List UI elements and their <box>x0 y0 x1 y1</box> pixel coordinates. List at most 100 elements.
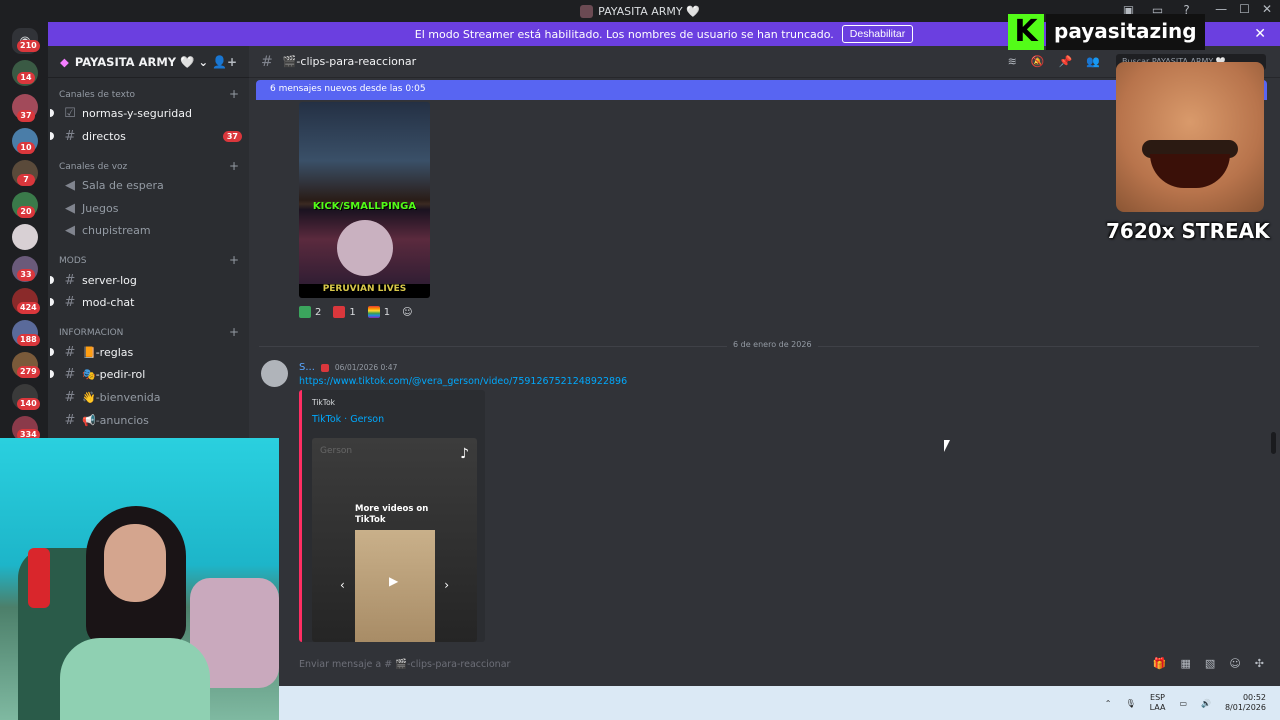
members-icon[interactable]: 👥 <box>1086 55 1100 68</box>
invite-people-icon[interactable]: 👤+ <box>212 55 237 69</box>
volume-icon[interactable]: 🔊 <box>1201 699 1211 708</box>
pin-icon[interactable]: 📌 <box>1059 55 1073 68</box>
disable-streamer-mode-button[interactable]: Deshabilitar <box>841 25 914 43</box>
hash-icon: # <box>261 53 273 70</box>
guild-badge: 188 <box>17 334 40 346</box>
reaction-rainbow-flag[interactable]: 1 <box>367 306 391 318</box>
embed-provider: TikTok <box>312 398 336 407</box>
clock[interactable]: 00:52 8/01/2026 <box>1225 693 1266 713</box>
streak-overlay: 7620x STREAK <box>1106 219 1270 243</box>
sidebar-item-chupistream[interactable]: ◀ chupistream <box>62 220 242 240</box>
sidebar-item-juegos[interactable]: ◀ Juegos <box>62 198 242 218</box>
embed-title[interactable]: TikTok · Gerson <box>312 414 384 425</box>
guild-badge: 7 <box>17 174 35 186</box>
guild-icon[interactable] <box>12 224 38 250</box>
sticker-icon[interactable]: ▧ <box>1205 657 1215 670</box>
add-channel-icon[interactable]: + <box>229 254 239 266</box>
play-icon[interactable]: ▶ <box>389 574 398 588</box>
category-informacion[interactable]: INFORMACION + <box>59 326 239 338</box>
sidebar-item-sala-de-espera[interactable]: ◀ Sala de espera <box>62 175 242 195</box>
unread-dot <box>50 276 54 284</box>
category-voice-channels[interactable]: Canales de voz + <box>59 160 239 172</box>
category-mods[interactable]: MODS + <box>59 254 239 266</box>
server-avatar-icon <box>580 4 594 18</box>
speaker-icon: ◀ <box>65 222 75 238</box>
threads-icon[interactable]: ≋ <box>1008 55 1017 68</box>
apps-icon[interactable]: ✣ <box>1255 657 1264 670</box>
scrollbar[interactable] <box>1271 432 1276 454</box>
language-indicator[interactable]: ESP LAA <box>1150 693 1166 713</box>
sidebar-item-anuncios[interactable]: # 📢-anuncios <box>62 410 242 430</box>
notifications-muted-icon[interactable]: 🔕 <box>1031 55 1045 68</box>
more-videos-label: More videos on TikTok <box>355 504 429 525</box>
chevron-left-icon[interactable]: ‹ <box>340 578 345 592</box>
close-window-button[interactable]: ✕ <box>1262 2 1272 16</box>
gift-icon[interactable]: 🎁 <box>1153 657 1167 670</box>
video-thumbnail[interactable]: ▶ <box>355 530 435 642</box>
microphone <box>28 548 50 608</box>
avatar[interactable] <box>261 360 288 387</box>
author-name[interactable]: S... <box>299 362 315 373</box>
sidebar-item-bienvenida[interactable]: # 👋-bienvenida <box>62 387 242 407</box>
guild-badge: 210 <box>17 40 40 52</box>
mic-icon[interactable]: 🎙 <box>1125 699 1135 708</box>
speaker-icon: ◀ <box>65 177 75 193</box>
embed-video[interactable]: Gerson ♪ More videos on TikTok ▶ ‹ › <box>312 438 477 642</box>
cross-icon <box>333 306 346 318</box>
add-reaction-icon[interactable]: ☺ <box>402 307 412 318</box>
reaction-count: 2 <box>315 307 322 318</box>
chevron-right-icon[interactable]: › <box>444 578 449 592</box>
sidebar-item-pedir-rol[interactable]: # 🎭-pedir-rol <box>50 364 242 384</box>
guild-badge: 279 <box>17 366 40 378</box>
kick-logo-icon: K <box>1008 14 1044 50</box>
channel-label: 🎭-pedir-rol <box>82 367 146 381</box>
guild-badge: 37 <box>17 110 35 122</box>
chevron-up-icon[interactable]: ⌃ <box>1105 699 1112 708</box>
category-label: MODS <box>59 256 87 266</box>
sidebar-item-reglas[interactable]: # 📙-reglas <box>50 342 242 362</box>
reaction-count: 1 <box>383 307 391 318</box>
reaction-cross[interactable]: 1 <box>333 306 356 318</box>
date-divider: 6 de enero de 2026 <box>259 340 1259 349</box>
clock-date: 8/01/2026 <box>1224 703 1266 712</box>
category-label: Canales de voz <box>59 162 128 172</box>
reaction-check[interactable]: 2 <box>299 306 321 318</box>
sidebar-item-mod-chat[interactable]: # mod-chat <box>50 292 242 312</box>
video-author-ghost: Gerson <box>320 446 353 456</box>
unread-dot <box>50 348 54 356</box>
emoji-icon[interactable]: ☺ <box>1229 657 1240 670</box>
server-header[interactable]: ◆ PAYASITA ARMY 🤍 ⌄ 👤+ <box>48 46 249 78</box>
vtuber-face <box>337 220 393 276</box>
minimize-button[interactable]: — <box>1215 2 1227 16</box>
add-channel-icon[interactable]: + <box>229 88 239 100</box>
channel-label: mod-chat <box>82 295 135 309</box>
channel-label: directos <box>82 129 126 143</box>
hash-icon: # <box>64 389 76 405</box>
message-input[interactable]: Enviar mensaje a # 🎬-clips-para-reaccion… <box>279 650 1280 678</box>
guild-badge: 33 <box>17 269 35 281</box>
sidebar-item-server-log[interactable]: # server-log <box>50 270 242 290</box>
category-label: INFORMACION <box>59 328 124 338</box>
window-title-text: PAYASITA ARMY 🤍 <box>598 4 700 18</box>
channel-label: chupistream <box>82 223 151 237</box>
guild-badge: 140 <box>17 398 40 410</box>
category-text-channels[interactable]: Canales de texto + <box>59 88 239 100</box>
message-image[interactable]: KICK/SMALLPINGA PERUVIAN LIVES <box>299 102 430 298</box>
date-label: 6 de enero de 2026 <box>727 340 818 349</box>
add-channel-icon[interactable]: + <box>229 326 239 338</box>
message-timestamp: 06/01/2026 0:47 <box>334 363 398 372</box>
guild-badge: 424 <box>17 302 40 314</box>
speaker-icon: ◀ <box>65 200 75 216</box>
hash-icon: # <box>64 412 76 428</box>
unread-dot <box>50 370 54 378</box>
sidebar-item-directos[interactable]: # directos 37 <box>50 126 242 146</box>
gif-icon[interactable]: ▦ <box>1181 657 1191 670</box>
maximize-button[interactable]: ☐ <box>1239 2 1250 16</box>
close-icon[interactable]: ✕ <box>1254 26 1266 42</box>
lang-secondary: LAA <box>1149 703 1166 712</box>
sidebar-item-normas[interactable]: ☑ normas-y-seguridad <box>50 103 242 123</box>
add-channel-icon[interactable]: + <box>229 160 239 172</box>
display-icon[interactable]: ▭ <box>1179 699 1187 708</box>
clock-time: 00:52 <box>1242 693 1266 702</box>
message-link[interactable]: https://www.tiktok.com/@vera_gerson/vide… <box>299 376 627 387</box>
